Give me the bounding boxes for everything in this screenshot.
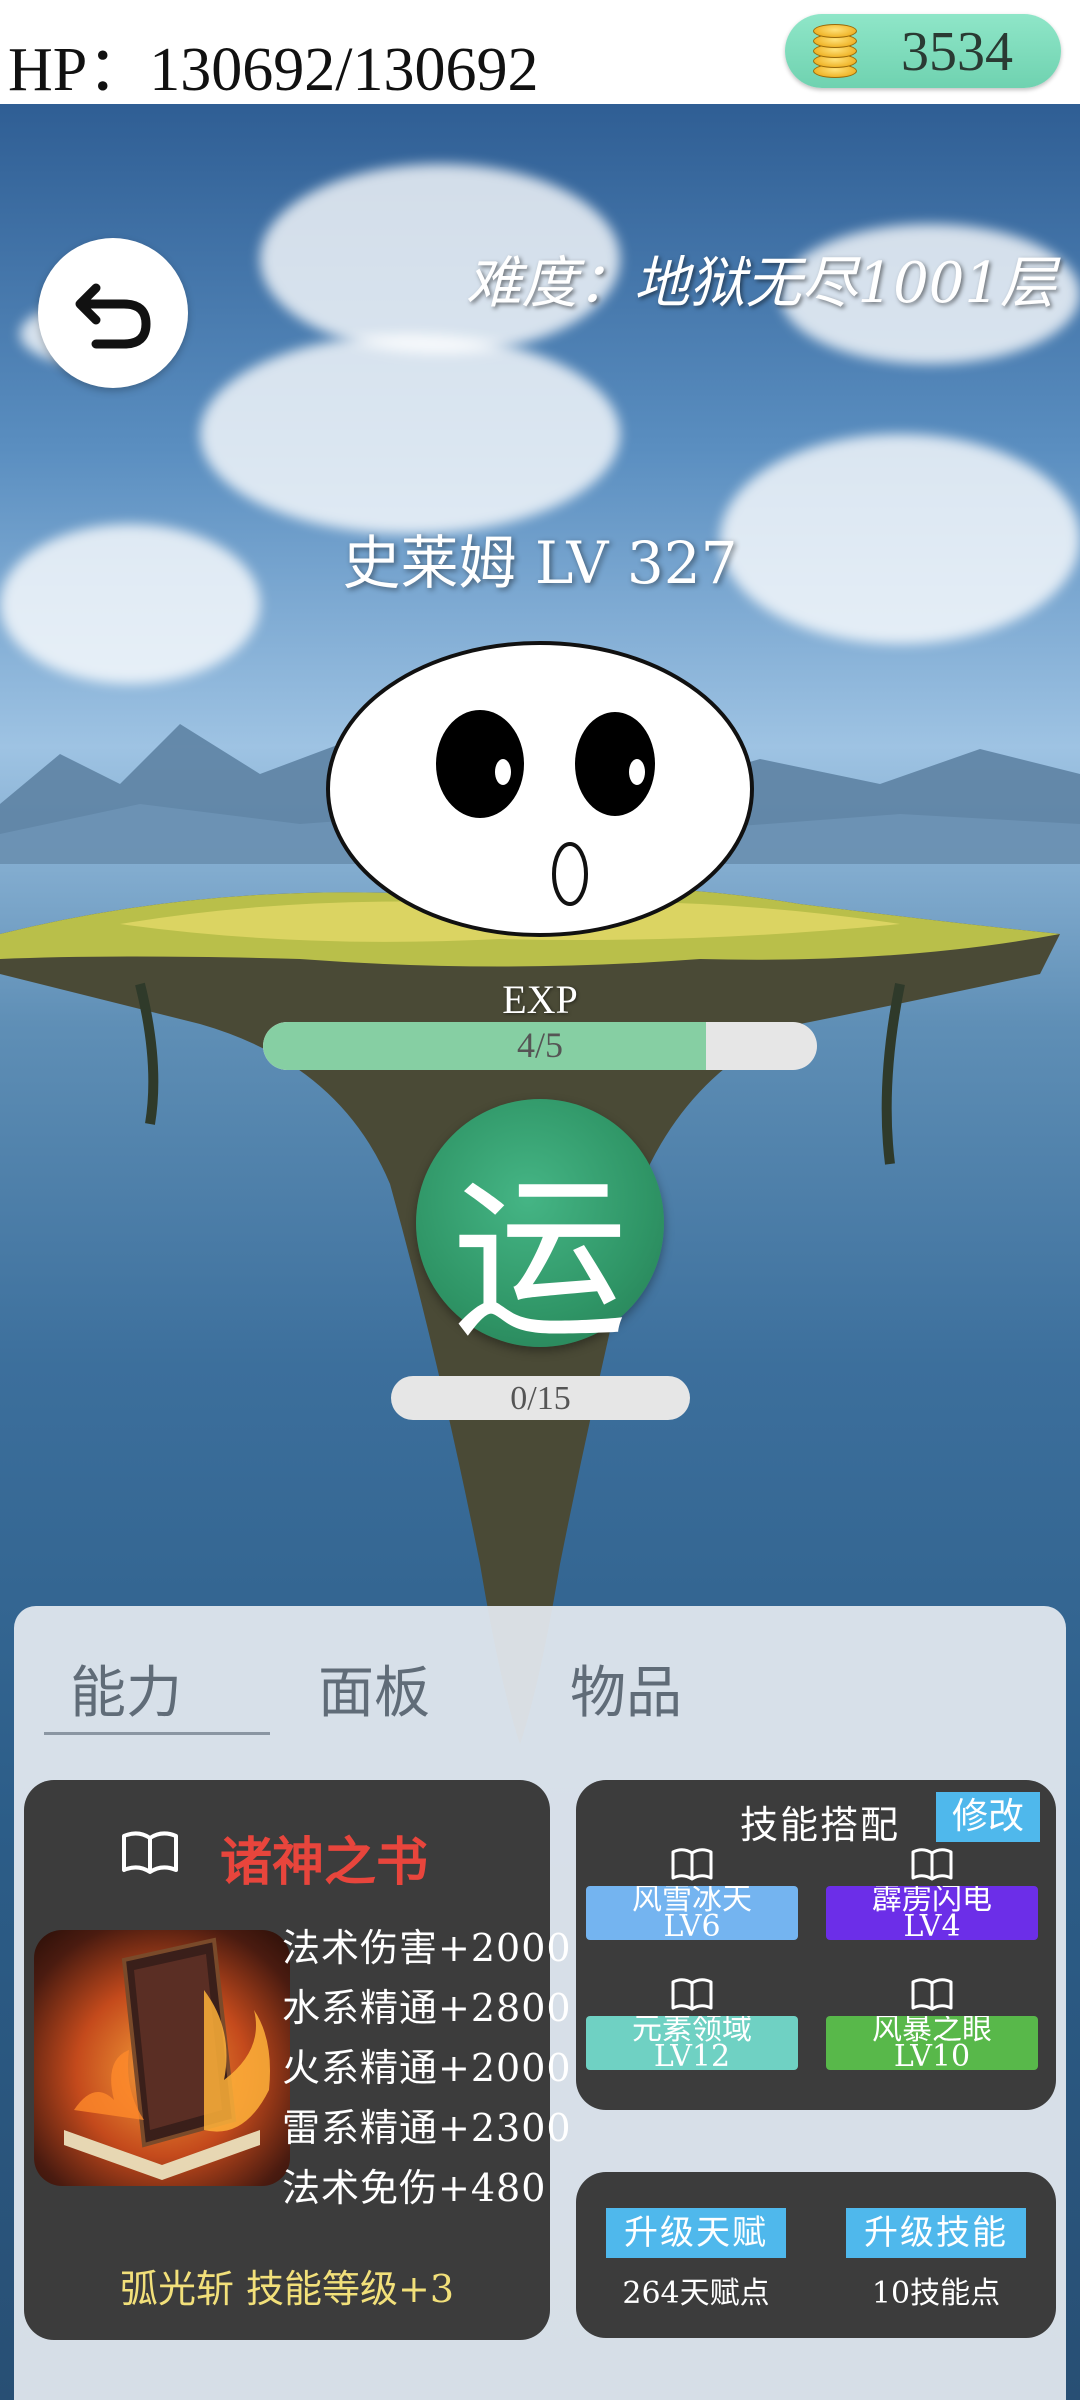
skill-level: LV10 [893, 2039, 971, 2071]
book-skill-bonus: 弧光斩 技能等级+3 [119, 2267, 455, 2311]
coin-stack-icon [807, 22, 863, 82]
active-tab-indicator [44, 1732, 270, 1735]
exp-value: 4/5 [516, 1025, 563, 1065]
cloud [200, 334, 620, 534]
qi-progress-value: 0/15 [510, 1380, 571, 1417]
skill-level: LV6 [663, 1909, 721, 1941]
open-book-icon [671, 1978, 713, 2011]
upgrade-talent-button[interactable]: 升级天赋 [606, 2208, 786, 2258]
skill-slot-button[interactable]: 风暴之眼 LV10 [826, 2016, 1038, 2070]
talent-points: 264天赋点 [622, 2276, 770, 2311]
bottom-panel: 能力 面板 物品 诸神之书 法术伤害+2000 水系精通+2800 火系精通+2… [14, 1606, 1066, 2400]
edit-skills-button[interactable]: 修改 [936, 1792, 1040, 1842]
stat-line: 水系精通+2800 [282, 1986, 572, 2030]
open-book-icon [122, 1831, 178, 1874]
exp-bar: 4/5 [263, 1022, 817, 1070]
tab-panel[interactable]: 面板 [318, 1648, 430, 1729]
qi-progress-bar: 0/15 [391, 1376, 690, 1420]
coin-counter[interactable]: 3534 [785, 14, 1061, 88]
slime-enemy[interactable] [325, 639, 755, 939]
skill-slot-button[interactable]: 霹雳闪电 LV4 [826, 1886, 1038, 1940]
upgrade-card: 升级天赋 264天赋点 升级技能 10技能点 [576, 2172, 1056, 2338]
upgrade-skill-button[interactable]: 升级技能 [846, 2208, 1026, 2258]
tab-items[interactable]: 物品 [570, 1648, 682, 1729]
top-bar: HP：130692/130692 3534 [0, 0, 1080, 104]
burning-book-image [34, 1930, 290, 2186]
skill-loadout-card: 技能搭配 修改 风雪冰天 LV6 霹雳闪电 LV4 元素领域 LV12 风暴之眼… [576, 1780, 1056, 2110]
tab-ability[interactable]: 能力 [70, 1648, 182, 1729]
enemy-name: 史莱姆 LV 327 [342, 529, 738, 597]
hp-readout: HP：130692/130692 [8, 36, 539, 104]
exp-label: EXP [502, 977, 578, 1022]
back-arrow-icon [75, 283, 151, 349]
open-book-icon [911, 1848, 953, 1881]
stat-line: 火系精通+2000 [282, 2046, 572, 2090]
open-book-icon [911, 1978, 953, 2011]
book-stats: 法术伤害+2000 水系精通+2800 火系精通+2000 雷系精通+2300 … [282, 1918, 572, 2218]
book-name: 诸神之书 [220, 1833, 429, 1893]
cultivate-button[interactable]: 运 [416, 1099, 664, 1363]
skill-points: 10技能点 [871, 2276, 1001, 2311]
skill-loadout-title: 技能搭配 [740, 1803, 901, 1847]
coin-value: 3534 [901, 21, 1013, 83]
skill-slot-button[interactable]: 风雪冰天 LV6 [586, 1886, 798, 1940]
stat-line: 法术免伤+480 [282, 2166, 547, 2210]
stat-line: 法术伤害+2000 [282, 1926, 572, 1970]
skill-slot-button[interactable]: 元素领域 LV12 [586, 2016, 798, 2070]
skill-level: LV4 [903, 1909, 961, 1941]
difficulty-label: 难度：地狱无尽1001层 [465, 251, 1056, 316]
equipped-book-card[interactable]: 诸神之书 法术伤害+2000 水系精通+2800 火系精通+2000 雷系精通+… [24, 1780, 571, 2340]
back-button[interactable] [38, 238, 188, 388]
open-book-icon [671, 1848, 713, 1881]
stat-line: 雷系精通+2300 [282, 2106, 572, 2150]
skill-level: LV12 [653, 2039, 731, 2071]
cultivate-button-label: 运 [451, 1158, 628, 1363]
